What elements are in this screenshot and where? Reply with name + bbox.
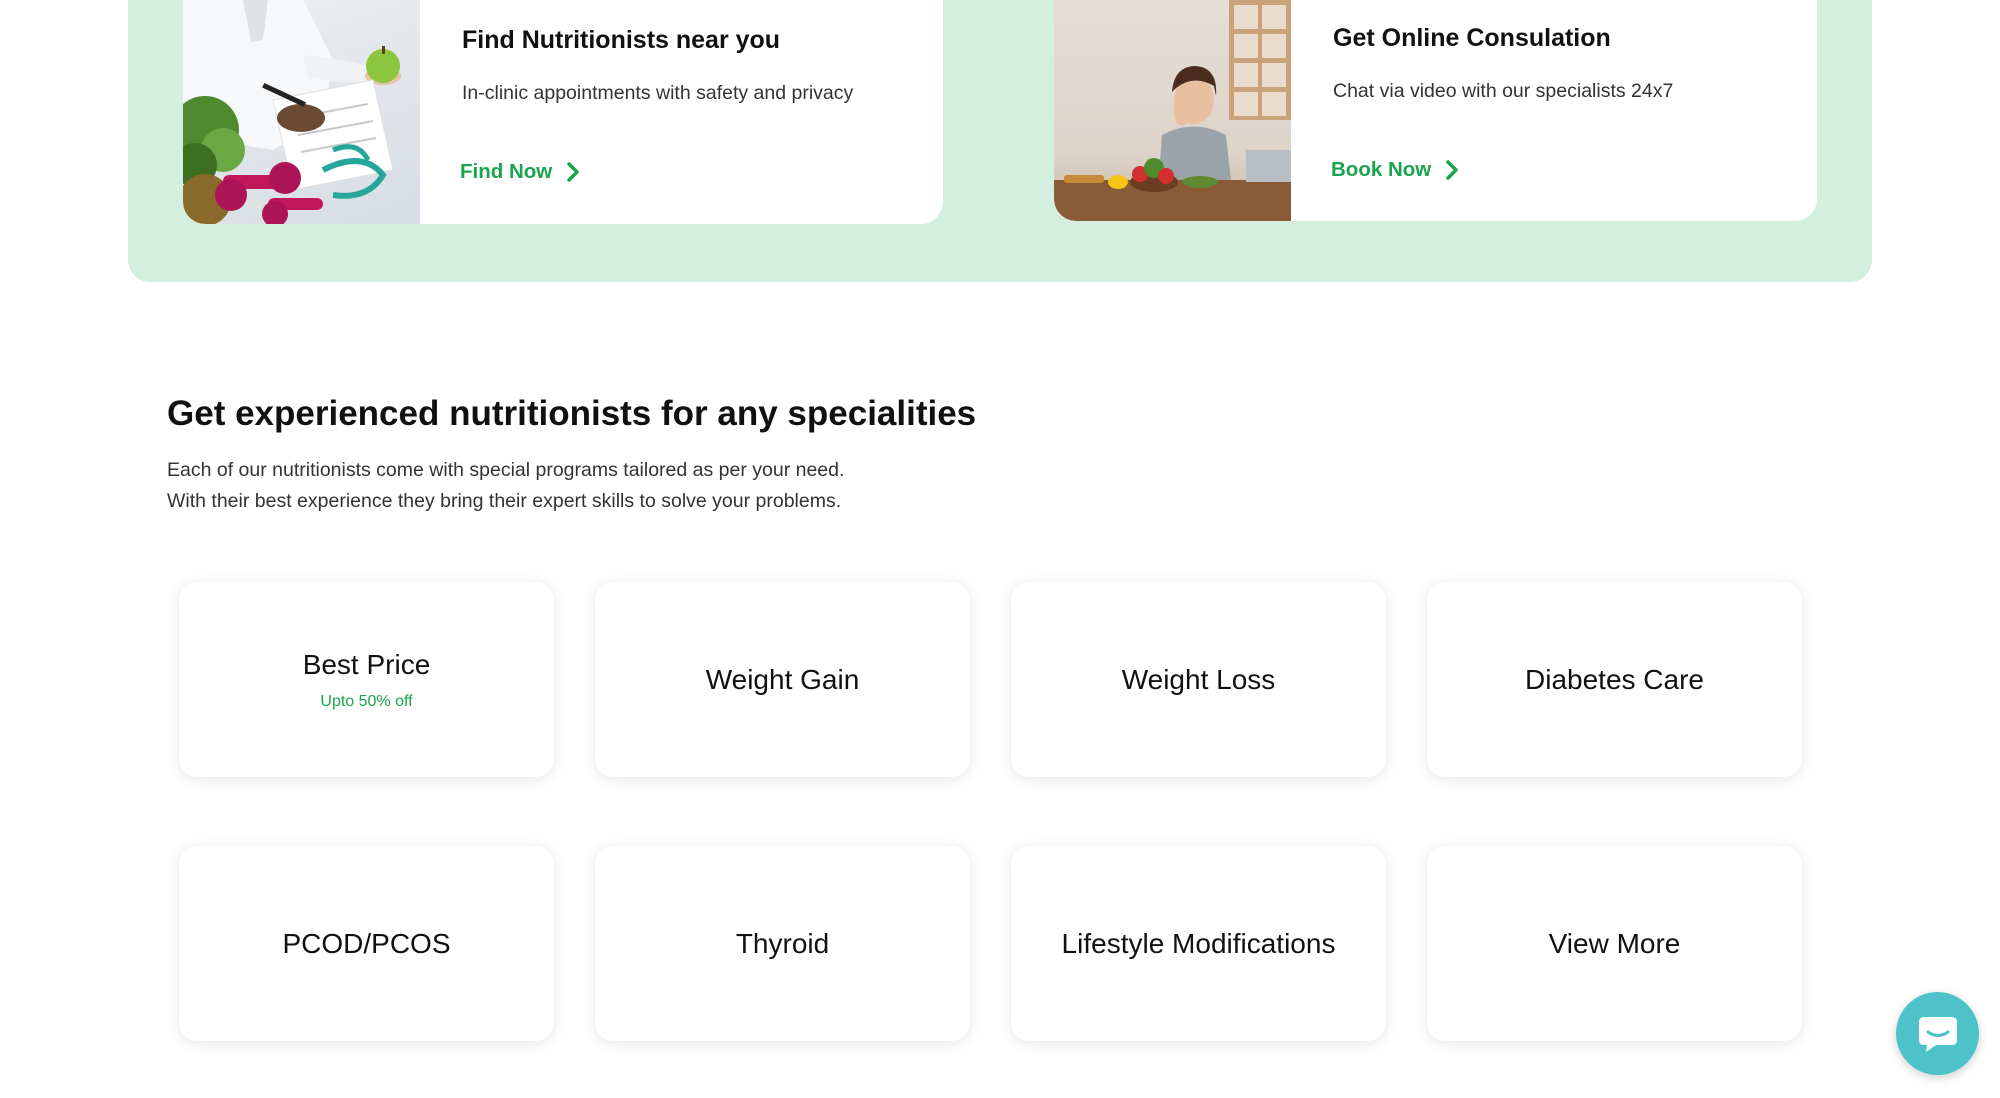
speciality-label: Best Price — [302, 648, 431, 680]
speciality-card-thyroid[interactable]: Thyroid — [595, 846, 970, 1041]
card-description: In-clinic appointments with safety and p… — [462, 82, 854, 104]
section-description-line: Each of our nutritionists come with spec… — [167, 459, 845, 481]
book-now-link[interactable]: Book Now — [1331, 158, 1459, 182]
speciality-card-diabetes-care[interactable]: Diabetes Care — [1427, 582, 1802, 777]
discount-note: Upto 50% off — [320, 692, 413, 710]
speciality-label: PCOD/PCOS — [282, 927, 451, 959]
speciality-card-weight-gain[interactable]: Weight Gain — [595, 582, 970, 777]
nutritionist-illustration — [183, 0, 401, 224]
consultation-illustration — [1054, 0, 1291, 221]
nutritionist-image — [183, 0, 420, 224]
service-card-find-nutritionists: Find Nutritionists near you In-clinic ap… — [183, 0, 943, 224]
chevron-right-icon — [567, 162, 579, 182]
speciality-label: Weight Loss — [1121, 663, 1276, 695]
view-more-card[interactable]: View More — [1427, 846, 1802, 1041]
speciality-label: Thyroid — [735, 927, 830, 959]
link-label: Find Now — [460, 160, 553, 183]
find-now-link[interactable]: Find Now — [460, 160, 580, 184]
chat-button[interactable] — [1896, 992, 1979, 1075]
section-description-line: With their best experience they bring th… — [167, 490, 842, 512]
speciality-card-weight-loss[interactable]: Weight Loss — [1011, 582, 1386, 777]
chat-bubble-icon — [1918, 1016, 1957, 1052]
card-description: Chat via video with our specialists 24x7 — [1333, 80, 1674, 102]
online-consult-image — [1054, 0, 1291, 221]
speciality-card-lifestyle-modifications[interactable]: Lifestyle Modifications — [1011, 846, 1386, 1041]
speciality-label: View More — [1548, 927, 1681, 959]
speciality-label: Weight Gain — [705, 663, 860, 695]
card-title: Get Online Consulation — [1333, 24, 1611, 52]
speciality-label: Diabetes Care — [1525, 663, 1704, 695]
speciality-label: Lifestyle Modifications — [1061, 927, 1336, 959]
speciality-card-pcod-pcos[interactable]: PCOD/PCOS — [179, 846, 554, 1041]
link-label: Book Now — [1331, 158, 1432, 181]
section-description: Each of our nutritionists come with spec… — [167, 455, 1067, 517]
chevron-right-icon — [1446, 160, 1458, 180]
service-card-online-consultation: Get Online Consulation Chat via video wi… — [1054, 0, 1817, 221]
section-title: Get experienced nutritionists for any sp… — [167, 394, 977, 433]
speciality-card-best-price[interactable]: Best Price Upto 50% off — [179, 582, 554, 777]
card-title: Find Nutritionists near you — [462, 26, 781, 54]
